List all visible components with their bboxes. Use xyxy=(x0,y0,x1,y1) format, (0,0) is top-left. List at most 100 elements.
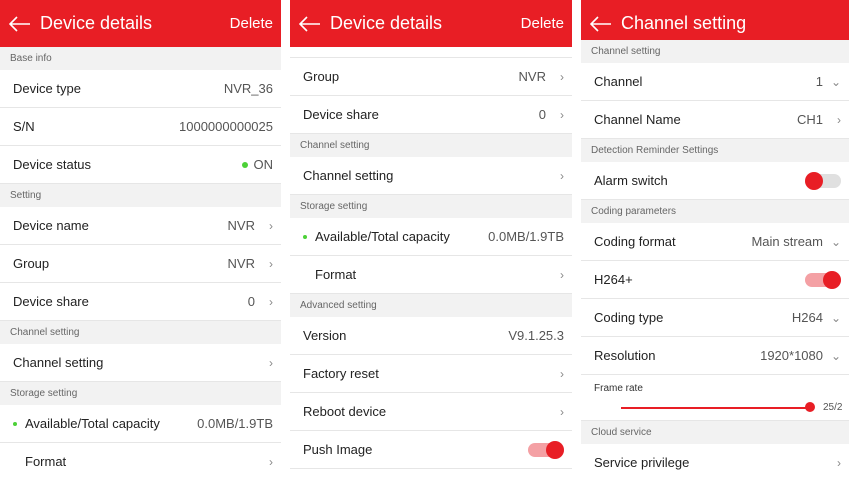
app-header: Device details Delete xyxy=(290,0,572,47)
row-label: Format xyxy=(25,454,67,469)
push-image-toggle[interactable] xyxy=(528,440,564,459)
row-label: Reboot device xyxy=(303,404,387,419)
group-row[interactable]: Group NVR › xyxy=(290,58,572,96)
factory-reset-row[interactable]: Factory reset › xyxy=(290,355,572,393)
section-header-channel: Channel setting xyxy=(581,40,849,63)
channel-name-row[interactable]: Channel Name CH1 › xyxy=(581,101,849,139)
device-type-row: Device type NVR_36 xyxy=(0,70,281,108)
reboot-device-row[interactable]: Reboot device › xyxy=(290,393,572,431)
bullet-icon xyxy=(303,234,307,239)
chevron-right-icon: › xyxy=(560,69,564,84)
format-row[interactable]: Format › xyxy=(290,256,572,294)
section-header-storage: Storage setting xyxy=(0,382,281,405)
row-label: Device share xyxy=(13,294,89,309)
row-label: Factory reset xyxy=(303,366,379,381)
row-label: Device status xyxy=(13,157,92,172)
row-label: H264+ xyxy=(594,272,633,287)
group-value: NVR xyxy=(518,69,546,84)
device-details-screen-2: Device details Delete Group NVR › Device… xyxy=(290,0,572,477)
section-header-coding: Coding parameters xyxy=(581,200,849,223)
channel-value: 1 xyxy=(815,74,823,89)
capacity-row: Available/Total capacity 0.0MB/1.9TB xyxy=(0,405,281,443)
row-label: Version xyxy=(303,328,347,343)
group-row[interactable]: Group NVR › xyxy=(0,245,281,283)
section-header-setting: Setting xyxy=(0,184,281,207)
chevron-down-icon: ⌄ xyxy=(830,348,841,363)
alarm-switch-row: Alarm switch xyxy=(581,162,849,200)
back-arrow-icon[interactable] xyxy=(290,0,330,47)
row-label: Group xyxy=(13,256,50,271)
serial-number-value: 1000000000025 xyxy=(179,119,273,134)
capacity-value: 0.0MB/1.9TB xyxy=(197,416,273,431)
section-header-advanced: Advanced setting xyxy=(290,294,572,317)
coding-type-row[interactable]: Coding type H264 ⌄ xyxy=(581,299,849,337)
channel-name-value: CH1 xyxy=(796,112,823,127)
capacity-value: 0.0MB/1.9TB xyxy=(488,229,564,244)
frame-rate-slider-track[interactable] xyxy=(621,407,811,409)
app-header: Device details Delete xyxy=(0,0,281,47)
bullet-icon xyxy=(13,421,17,426)
section-header-detection: Detection Reminder Settings xyxy=(581,139,849,162)
section-header-base-info: Base info xyxy=(0,47,281,70)
delete-button[interactable]: Delete xyxy=(230,15,281,32)
section-header-storage: Storage setting xyxy=(290,195,572,218)
row-label: Push Image xyxy=(303,442,373,457)
row-label: Channel setting xyxy=(13,355,104,370)
chevron-right-icon: › xyxy=(560,267,564,282)
h264plus-row: H264+ xyxy=(581,261,849,299)
row-label: Coding format xyxy=(594,234,676,249)
h264plus-toggle[interactable] xyxy=(805,270,841,289)
row-label: Available/Total capacity xyxy=(315,229,450,244)
serial-number-row: S/N 1000000000025 xyxy=(0,108,281,146)
chevron-right-icon: › xyxy=(560,404,564,419)
page-title: Device details xyxy=(330,13,443,33)
row-label: Group xyxy=(303,69,340,84)
chevron-right-icon: › xyxy=(269,355,273,370)
chevron-down-icon: ⌄ xyxy=(830,310,841,325)
row-label: Coding type xyxy=(594,310,664,325)
channel-setting-row[interactable]: Channel setting › xyxy=(290,157,572,195)
row-label: S/N xyxy=(13,119,35,134)
device-status-value: ON xyxy=(253,157,274,172)
row-label: Device share xyxy=(303,107,379,122)
alarm-switch-toggle[interactable] xyxy=(805,171,841,190)
capacity-row: Available/Total capacity 0.0MB/1.9TB xyxy=(290,218,572,256)
toggle-knob xyxy=(546,440,564,459)
row-label: Device name xyxy=(13,218,89,233)
coding-format-row[interactable]: Coding format Main stream ⌄ xyxy=(581,223,849,261)
chevron-right-icon: › xyxy=(269,256,273,271)
service-privilege-row[interactable]: Service privilege › xyxy=(581,444,849,477)
coding-type-value: H264 xyxy=(791,310,823,325)
version-row: Version V9.1.25.3 xyxy=(290,317,572,355)
row-label: Alarm switch xyxy=(594,173,668,188)
resolution-row[interactable]: Resolution 1920*1080 ⌄ xyxy=(581,337,849,375)
chevron-right-icon: › xyxy=(269,294,273,309)
section-header-channel: Channel setting xyxy=(290,134,572,157)
device-share-row[interactable]: Device share 0 › xyxy=(0,283,281,321)
frame-rate-value: 25/2 xyxy=(823,402,843,413)
page-title: Channel setting xyxy=(621,13,747,33)
chevron-right-icon: › xyxy=(560,107,564,122)
back-arrow-icon[interactable] xyxy=(0,0,40,47)
row-label: Resolution xyxy=(594,348,656,363)
chevron-right-icon: › xyxy=(837,112,841,127)
row-label: Channel xyxy=(594,74,643,89)
frame-rate-slider-thumb[interactable] xyxy=(805,402,815,412)
section-header-cloud: Cloud service xyxy=(581,421,849,444)
chevron-right-icon: › xyxy=(269,218,273,233)
device-type-value: NVR_36 xyxy=(223,81,273,96)
channel-row[interactable]: Channel 1 ⌄ xyxy=(581,63,849,101)
delete-button[interactable]: Delete xyxy=(521,15,572,32)
channel-setting-row[interactable]: Channel setting › xyxy=(0,344,281,382)
frame-rate-label: Frame rate xyxy=(594,383,643,394)
device-name-row[interactable]: Device name NVR › xyxy=(0,207,281,245)
format-row[interactable]: Format › xyxy=(0,443,281,477)
device-status-row: Device status ON xyxy=(0,146,281,184)
chevron-right-icon: › xyxy=(560,366,564,381)
chevron-right-icon: › xyxy=(560,168,564,183)
toggle-knob xyxy=(805,171,823,190)
push-image-row: Push Image xyxy=(290,431,572,469)
group-value: NVR xyxy=(227,256,255,271)
device-share-row[interactable]: Device share 0 › xyxy=(290,96,572,134)
row-label: Available/Total capacity xyxy=(25,416,160,431)
